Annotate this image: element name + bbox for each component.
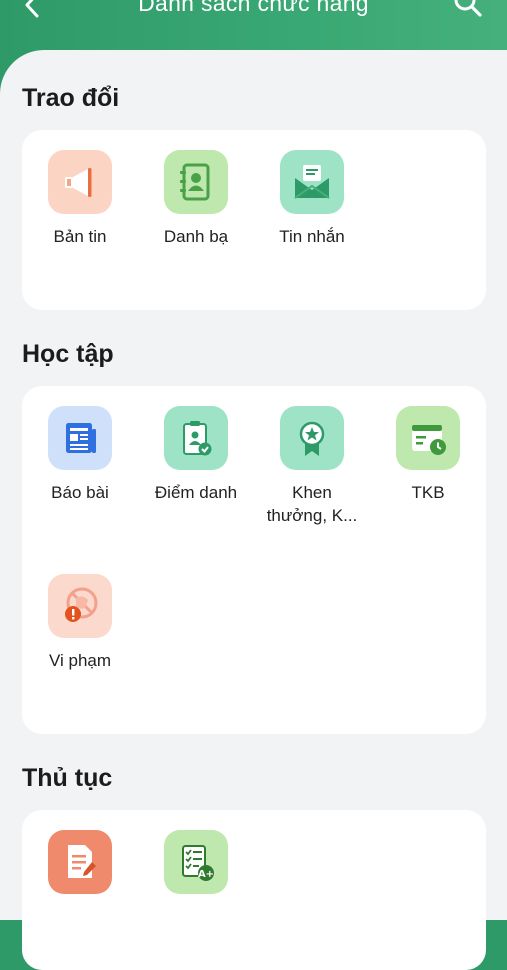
newspaper-icon: [66, 423, 96, 453]
menu-item-diem-danh[interactable]: Điểm danh: [138, 406, 254, 504]
award-ribbon-icon: [299, 421, 325, 456]
menu-item-label: Vi phạm: [48, 651, 112, 670]
search-icon: [454, 0, 482, 17]
menu-item-tkb[interactable]: TKB: [370, 406, 486, 504]
menu-item-label: Bản tin: [53, 227, 107, 246]
document-edit-icon: [68, 845, 96, 878]
card-hoc-tap: Báo bài Điểm danh Khen thưởng, K... TKB …: [22, 386, 486, 734]
attendance-icon: [183, 421, 212, 456]
menu-item-label: Báo bài: [51, 483, 109, 502]
message-envelope-icon: [294, 165, 330, 199]
svg-text:A+: A+: [198, 869, 214, 880]
card-trao-doi: Bản tin Danh bạ Tin nhắn: [22, 130, 486, 310]
menu-item-tin-nhan[interactable]: Tin nhắn: [254, 150, 370, 248]
menu-item-thu-tuc-1[interactable]: [22, 830, 138, 905]
grade-checklist-icon: A+: [182, 845, 214, 881]
section-title-thu-tuc: Thủ tục: [22, 764, 113, 792]
search-button[interactable]: [452, 0, 484, 20]
menu-item-label: Danh bạ: [163, 227, 229, 246]
megaphone-icon: [65, 168, 92, 197]
card-thu-tuc: A+: [22, 810, 486, 970]
menu-item-danh-ba[interactable]: Danh bạ: [138, 150, 254, 248]
menu-item-label: Tin nhắn: [279, 227, 345, 246]
menu-item-label: Khen thưởng, K...: [266, 483, 358, 525]
violation-warning-icon: [65, 587, 98, 622]
timetable-calendar-icon: [412, 425, 446, 455]
menu-item-thu-tuc-2[interactable]: A+: [138, 830, 254, 905]
menu-item-bao-bai[interactable]: Báo bài: [22, 406, 138, 504]
page-title: Danh sách chức năng: [138, 0, 369, 16]
menu-item-vi-pham[interactable]: Vi phạm: [22, 574, 138, 672]
menu-item-khen-thuong[interactable]: Khen thưởng, K...: [254, 406, 370, 527]
menu-item-label: TKB: [411, 483, 445, 502]
contact-book-icon: [180, 163, 210, 201]
menu-item-label: Điểm danh: [154, 483, 238, 502]
section-title-trao-doi: Trao đổi: [22, 84, 120, 112]
menu-item-ban-tin[interactable]: Bản tin: [22, 150, 138, 248]
section-title-hoc-tap: Học tập: [22, 340, 114, 368]
content-area: Trao đổi Bản tin Danh bạ Tin nhắn Học tậ…: [0, 50, 507, 970]
